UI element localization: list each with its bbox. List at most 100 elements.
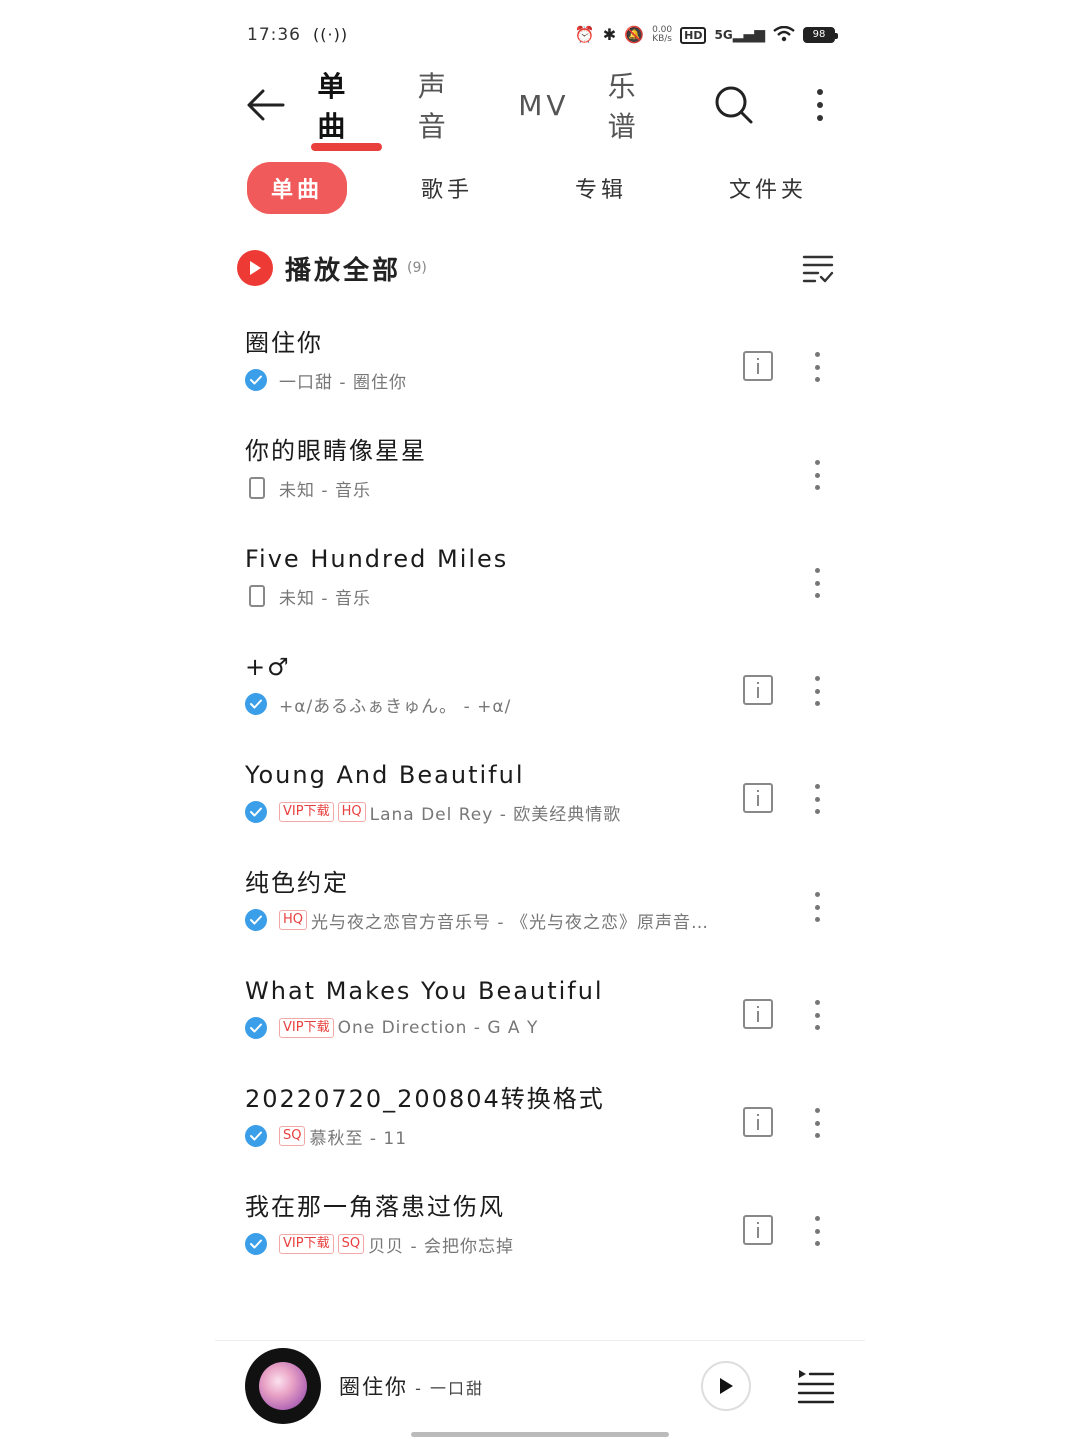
subtab-artists[interactable]: 歌手	[393, 162, 501, 214]
more-dot-icon	[814, 352, 820, 357]
quality-tag: HQ	[279, 910, 308, 930]
song-row[interactable]: 纯色约定 HQ 光与夜之恋官方音乐号 - 《光与夜之恋》原声音…	[245, 865, 835, 973]
quality-tag: SQ	[279, 1126, 306, 1146]
more-dot-icon	[814, 460, 820, 465]
subtab-songs[interactable]: 单曲	[247, 162, 347, 214]
tab-songs[interactable]: 单曲	[311, 65, 383, 151]
song-more-button[interactable]	[807, 889, 827, 925]
more-dot-icon	[814, 1108, 820, 1113]
song-row[interactable]: What Makes You Beautiful VIP下载 One Directi…	[245, 973, 835, 1081]
song-subtitle: One Direction - G A Y	[337, 1018, 539, 1038]
search-button[interactable]	[710, 81, 757, 129]
more-dot-icon	[814, 892, 820, 897]
song-subtitle-row: VIP下载 HQ Lana Del Rey - 欧美经典情歌	[245, 799, 790, 825]
song-subtitle-row: 一口甜 - 圈住你	[245, 367, 790, 393]
bluetooth-icon: ✱	[602, 25, 617, 44]
more-dot-icon	[814, 1000, 820, 1005]
song-info-button[interactable]	[743, 999, 773, 1029]
play-icon	[250, 261, 261, 275]
verified-check-icon	[245, 1017, 267, 1039]
song-row[interactable]: Young And Beautiful VIP下载 HQ Lana Del Rey -…	[245, 757, 835, 865]
more-dot-icon	[814, 485, 820, 490]
song-subtitle-wrap: 一口甜 - 圈住你	[245, 361, 790, 393]
song-more-button[interactable]	[807, 997, 827, 1033]
song-subtitle-row: VIP下载 SQ 贝贝 - 会把你忘掉	[245, 1231, 790, 1257]
local-device-icon	[249, 585, 265, 607]
playlist-queue-button[interactable]	[797, 1367, 835, 1405]
song-title: 你的眼睛像星星	[245, 437, 427, 465]
quality-tag: VIP下载	[279, 1234, 334, 1254]
song-more-button[interactable]	[807, 457, 827, 493]
music-app-screen: 17:36 ((·)) ⏰ ✱ 🔕 0.00 KB/s HD 5G▂▄▆ 98 …	[215, 0, 865, 1439]
song-subtitle: 光与夜之恋官方音乐号 - 《光与夜之恋》原声音…	[311, 912, 709, 933]
song-more-button[interactable]	[807, 565, 827, 601]
song-row[interactable]: 20220720_200804转换格式 SQ 慕秋至 - 11	[245, 1081, 835, 1189]
song-subtitle-row: 未知 - 音乐	[245, 475, 790, 501]
album-cover[interactable]	[245, 1347, 321, 1424]
player-play-button[interactable]	[701, 1360, 751, 1411]
song-row[interactable]: +♂ +α/あるふぁきゅん。 - +α/	[245, 649, 835, 757]
top-tabs: 单曲 声音 MV 乐谱	[311, 65, 670, 151]
play-all-button[interactable]	[237, 250, 273, 286]
song-more-button[interactable]	[807, 781, 827, 817]
now-playing-info[interactable]: 圈住你 - 一口甜	[339, 1371, 484, 1401]
network-speed-unit: KB/s	[652, 34, 673, 44]
top-navigation: 单曲 声音 MV 乐谱	[240, 70, 835, 151]
song-subtitle: 未知 - 音乐	[279, 480, 371, 501]
song-info-button[interactable]	[743, 351, 773, 381]
info-icon	[757, 1222, 759, 1238]
tab-sheet-music[interactable]: 乐谱	[608, 65, 670, 145]
list-check-icon	[802, 255, 834, 283]
song-subtitle: 一口甜 - 圈住你	[279, 372, 407, 393]
more-dot-icon	[817, 102, 824, 108]
song-row[interactable]: 圈住你 一口甜 - 圈住你	[245, 325, 835, 433]
network-speed: 0.00 KB/s	[652, 26, 672, 44]
song-title: 纯色约定	[245, 869, 349, 897]
alarm-icon: ⏰	[574, 25, 595, 44]
more-dot-icon	[814, 1025, 820, 1030]
song-subtitle: Lana Del Rey - 欧美经典情歌	[369, 804, 622, 825]
hd-voice-icon: HD	[680, 26, 707, 44]
song-subtitle-wrap: +α/あるふぁきゅん。 - +α/	[245, 685, 790, 717]
home-indicator[interactable]	[411, 1432, 669, 1437]
status-left: 17:36 ((·))	[247, 25, 348, 45]
quality-tag: HQ	[337, 802, 366, 822]
subtab-albums[interactable]: 专辑	[547, 162, 655, 214]
mini-player[interactable]: 圈住你 - 一口甜	[215, 1340, 865, 1430]
song-info-button[interactable]	[743, 675, 773, 705]
song-more-button[interactable]	[807, 349, 827, 385]
tab-sounds[interactable]: 声音	[418, 65, 480, 145]
more-dot-icon	[814, 796, 820, 802]
more-dot-icon	[814, 688, 820, 694]
song-more-button[interactable]	[807, 1213, 827, 1249]
more-dot-icon	[814, 1216, 820, 1221]
quality-tag: VIP下载	[279, 1018, 334, 1038]
mute-icon: 🔕	[624, 25, 645, 44]
more-dot-icon	[814, 568, 820, 573]
info-icon	[757, 1114, 759, 1130]
song-row[interactable]: 你的眼睛像星星未知 - 音乐	[245, 433, 835, 541]
verified-check-icon	[245, 369, 267, 391]
back-button[interactable]	[240, 80, 289, 130]
song-text: Five Hundred Miles 未知 - 音乐	[245, 541, 835, 609]
song-subtitle-row: VIP下载 One Direction - G A Y	[245, 1015, 790, 1041]
song-count: (9)	[407, 260, 427, 276]
song-subtitle-wrap: 未知 - 音乐	[245, 577, 790, 609]
song-info-button[interactable]	[743, 1107, 773, 1137]
song-info-button[interactable]	[743, 1215, 773, 1245]
song-subtitle: +α/あるふぁきゅん。 - +α/	[279, 696, 512, 717]
song-info-button[interactable]	[743, 783, 773, 813]
song-more-button[interactable]	[807, 673, 827, 709]
more-dot-icon	[814, 809, 820, 814]
more-options-button[interactable]	[805, 81, 835, 129]
now-playing-title: 圈住你	[339, 1374, 408, 1399]
nfc-icon: ((·))	[313, 25, 349, 44]
batch-manage-button[interactable]	[801, 251, 835, 285]
song-more-button[interactable]	[807, 1105, 827, 1141]
more-dot-icon	[814, 676, 820, 681]
tab-mv[interactable]: MV	[518, 89, 569, 122]
song-row[interactable]: Five Hundred Miles 未知 - 音乐	[245, 541, 835, 649]
play-all-label[interactable]: 播放全部	[285, 250, 401, 287]
subtab-folders[interactable]: 文件夹	[701, 162, 835, 214]
song-row[interactable]: 我在那一角落患过伤风 VIP下载 SQ 贝贝 - 会把你忘掉	[245, 1189, 835, 1297]
